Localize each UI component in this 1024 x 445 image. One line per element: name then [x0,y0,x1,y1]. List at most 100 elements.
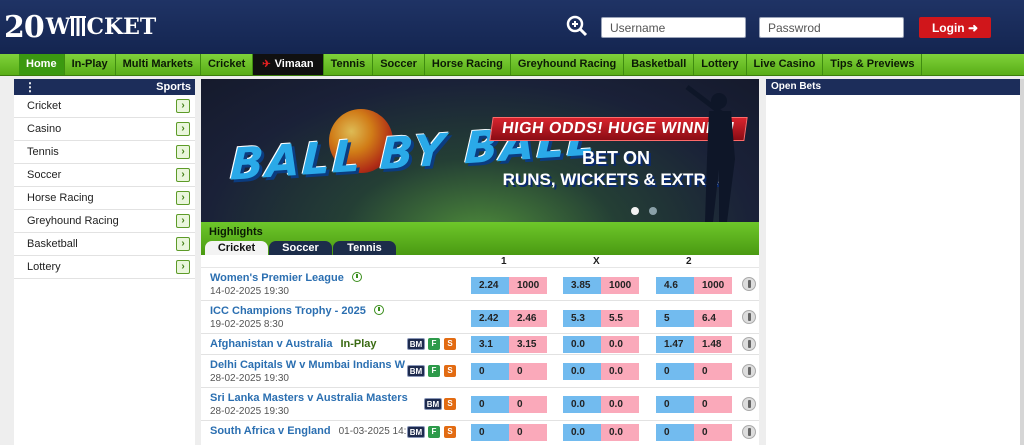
event-row[interactable]: ICC Champions Trophy - 2025 19-02-2025 8… [201,301,759,334]
nav-multi-markets[interactable]: Multi Markets [116,54,201,75]
nav-vimaan-label: Vimaan [274,58,314,70]
nav-live-casino[interactable]: Live Casino [747,54,824,75]
event-name[interactable]: South Africa v England 01-03-2025 14:30 [210,425,418,437]
event-name[interactable]: Sri Lanka Masters v Australia Masters [210,392,408,404]
odds-back-2[interactable]: 4.6 [656,277,694,294]
odds-back-x[interactable]: 3.85 [563,277,601,294]
username-input[interactable] [601,17,746,38]
odds-back-x[interactable]: 5.3 [563,310,601,327]
odds-lay-1[interactable]: 0 [509,363,547,380]
odds-back-2[interactable]: 5 [656,310,694,327]
nav-tips-previews[interactable]: Tips & Previews [823,54,923,75]
odds-back-2[interactable]: 0 [656,396,694,413]
sidebar-item-cricket[interactable]: Cricket › [14,95,195,118]
nav-horse-racing[interactable]: Horse Racing [425,54,511,75]
chevron-right-icon[interactable]: › [176,260,190,274]
nav-in-play[interactable]: In-Play [65,54,116,75]
odds-back-2[interactable]: 0 [656,424,694,441]
sidebar-item-tennis[interactable]: Tennis › [14,141,195,164]
event-row[interactable]: Women's Premier League 14-02-2025 19:30 … [201,268,759,301]
odds-back-x[interactable]: 0.0 [563,336,601,353]
carousel-dot-2[interactable] [649,207,657,215]
odds-lay-1[interactable]: 3.15 [509,336,547,353]
chevron-right-icon[interactable]: › [176,168,190,182]
sidebar-item-soccer[interactable]: Soccer › [14,164,195,187]
event-row[interactable]: Afghanistan v Australia In-Play BM F S 3.… [201,334,759,355]
odds-lay-2[interactable]: 1.48 [694,336,732,353]
pin-icon[interactable] [742,310,756,324]
odds-back-1[interactable]: 3.1 [471,336,509,353]
login-button[interactable]: Login ➜ [919,17,991,38]
nav-greyhound-racing[interactable]: Greyhound Racing [511,54,625,75]
odds-back-2[interactable]: 1.47 [656,336,694,353]
nav-tennis[interactable]: Tennis [324,54,374,75]
odds-back-2[interactable]: 0 [656,363,694,380]
odds-lay-x[interactable]: 5.5 [601,310,639,327]
odds-back-1[interactable]: 0 [471,363,509,380]
site-logo[interactable]: 20 W CKET [4,4,156,50]
sidebar-item-casino[interactable]: Casino › [14,118,195,141]
password-input[interactable] [759,17,904,38]
odds-lay-x[interactable]: 1000 [601,277,639,294]
event-name[interactable]: Women's Premier League [210,272,362,284]
odds-lay-2[interactable]: 1000 [694,277,732,294]
pin-icon[interactable] [742,397,756,411]
odds-back-x[interactable]: 0.0 [563,363,601,380]
sidebar-item-label: Soccer [27,169,62,181]
odds-lay-1[interactable]: 2.46 [509,310,547,327]
chevron-right-icon[interactable]: › [176,214,190,228]
event-name[interactable]: Afghanistan v Australia In-Play [210,338,377,350]
chevron-right-icon[interactable]: › [176,191,190,205]
odds-lay-1[interactable]: 0 [509,396,547,413]
odds-lay-1[interactable]: 1000 [509,277,547,294]
sidebar-item-lottery[interactable]: Lottery › [14,256,195,279]
odds-back-1[interactable]: 2.24 [471,277,509,294]
odds-back-x[interactable]: 0.0 [563,396,601,413]
nav-vimaan[interactable]: ✈ Vimaan [253,54,324,75]
page-scrollbar[interactable] [1020,79,1024,445]
event-row[interactable]: Sri Lanka Masters v Australia Masters 28… [201,388,759,421]
pin-icon[interactable] [742,337,756,351]
kebab-menu-icon[interactable]: ⋮ [24,80,36,94]
odds-lay-x[interactable]: 0.0 [601,363,639,380]
event-name[interactable]: Delhi Capitals W v Mumbai Indians W [210,359,405,371]
nav-basketball[interactable]: Basketball [624,54,695,75]
sidebar-item-greyhound-racing[interactable]: Greyhound Racing › [14,210,195,233]
tab-tennis[interactable]: Tennis [333,241,396,255]
sidebar-item-basketball[interactable]: Basketball › [14,233,195,256]
tab-cricket[interactable]: Cricket [205,241,268,255]
chevron-right-icon[interactable]: › [176,122,190,136]
highlights-header: Highlights Cricket Soccer Tennis [201,222,759,255]
search-zoom-icon[interactable] [566,15,588,37]
chevron-right-icon[interactable]: › [176,99,190,113]
pin-icon[interactable] [742,425,756,439]
odds-lay-2[interactable]: 0 [694,396,732,413]
odds-lay-x[interactable]: 0.0 [601,396,639,413]
event-row[interactable]: Delhi Capitals W v Mumbai Indians W 28-0… [201,355,759,388]
odds-back-1[interactable]: 2.42 [471,310,509,327]
nav-soccer[interactable]: Soccer [373,54,425,75]
pin-icon[interactable] [742,364,756,378]
odds-lay-x[interactable]: 0.0 [601,336,639,353]
sidebar-item-horse-racing[interactable]: Horse Racing › [14,187,195,210]
nav-lottery[interactable]: Lottery [694,54,747,75]
carousel-dot-1[interactable] [631,207,639,215]
chevron-right-icon[interactable]: › [176,237,190,251]
nav-home[interactable]: Home [19,54,65,75]
event-name[interactable]: ICC Champions Trophy - 2025 [210,305,384,317]
odds-lay-2[interactable]: 0 [694,363,732,380]
nav-cricket[interactable]: Cricket [201,54,254,75]
event-time: 28-02-2025 19:30 [210,406,289,417]
event-row[interactable]: South Africa v England 01-03-2025 14:30 B… [201,421,759,443]
odds-back-1[interactable]: 0 [471,424,509,441]
promo-banner[interactable]: BALL BY BALL HIGH ODDS! HUGE WINNER! BET… [201,79,759,222]
tab-soccer[interactable]: Soccer [269,241,332,255]
odds-back-x[interactable]: 0.0 [563,424,601,441]
odds-lay-2[interactable]: 0 [694,424,732,441]
chevron-right-icon[interactable]: › [176,145,190,159]
odds-lay-x[interactable]: 0.0 [601,424,639,441]
odds-lay-1[interactable]: 0 [509,424,547,441]
pin-icon[interactable] [742,277,756,291]
odds-lay-2[interactable]: 6.4 [694,310,732,327]
odds-back-1[interactable]: 0 [471,396,509,413]
